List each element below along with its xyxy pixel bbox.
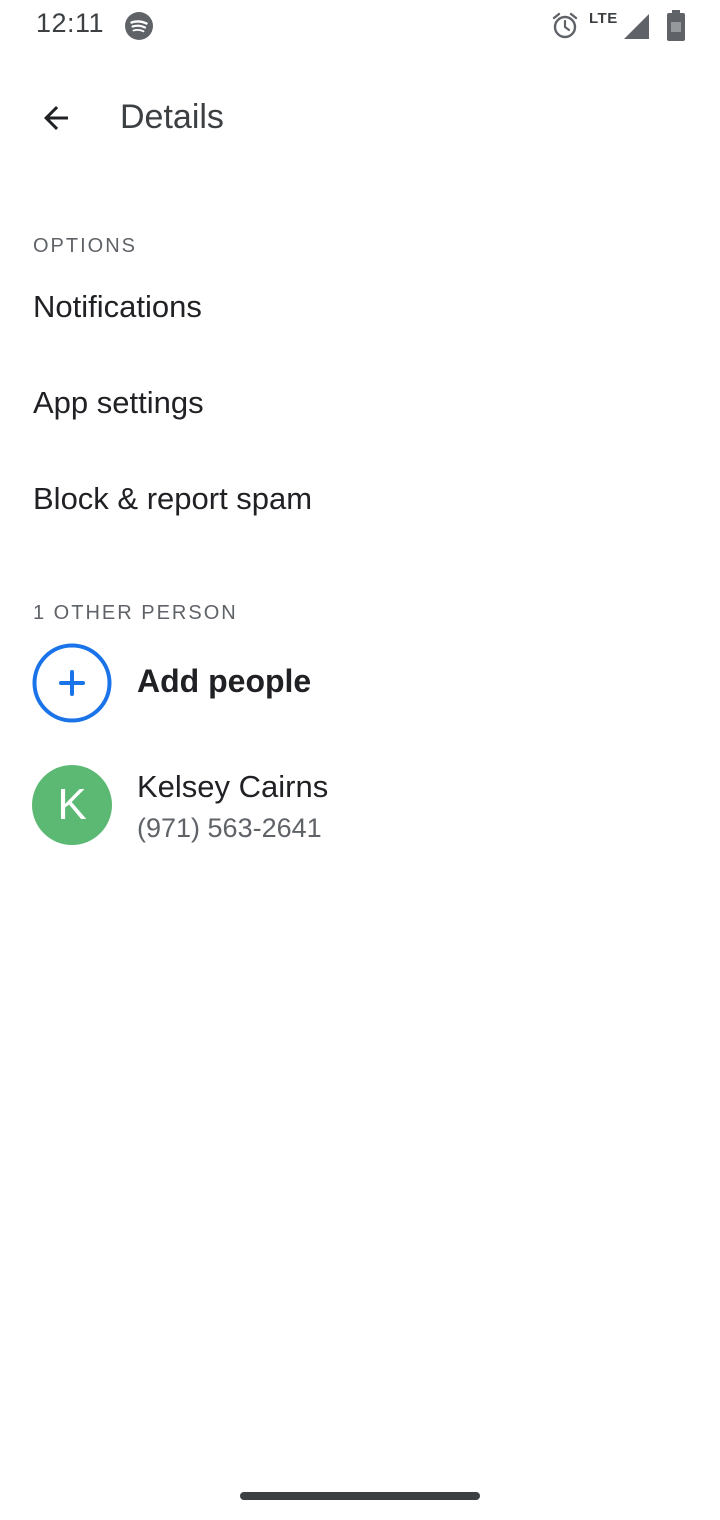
avatar: K bbox=[32, 765, 112, 845]
block-report-spam-option[interactable]: Block & report spam bbox=[0, 454, 720, 550]
add-circle-icon bbox=[32, 643, 112, 723]
notifications-label: Notifications bbox=[33, 289, 202, 324]
app-settings-option[interactable]: App settings bbox=[0, 358, 720, 454]
home-indicator[interactable] bbox=[240, 1492, 480, 1500]
block-report-spam-label: Block & report spam bbox=[33, 481, 313, 516]
status-bar: 12:11 LTE bbox=[0, 0, 720, 54]
add-people-button[interactable]: Add people bbox=[0, 643, 720, 723]
spotify-icon bbox=[125, 12, 153, 40]
arrow-back-icon bbox=[44, 106, 68, 130]
add-people-label: Add people bbox=[137, 663, 312, 699]
back-button[interactable] bbox=[28, 90, 84, 146]
network-type-label: LTE bbox=[589, 10, 618, 27]
options-section-header: OPTIONS bbox=[33, 235, 138, 257]
app-settings-label: App settings bbox=[33, 385, 204, 420]
contact-phone: (971) 563-2641 bbox=[137, 813, 322, 843]
contact-name: Kelsey Cairns bbox=[137, 769, 329, 804]
app-bar: Details bbox=[0, 70, 720, 164]
signal-icon bbox=[624, 14, 649, 39]
battery-icon bbox=[667, 10, 685, 41]
status-time: 12:11 bbox=[36, 8, 105, 38]
page-title: Details bbox=[120, 98, 224, 136]
alarm-icon bbox=[552, 12, 578, 39]
contact-row[interactable]: K Kelsey Cairns (971) 563-2641 bbox=[0, 765, 720, 847]
notifications-option[interactable]: Notifications bbox=[0, 262, 720, 358]
people-section-header: 1 OTHER PERSON bbox=[33, 602, 238, 624]
